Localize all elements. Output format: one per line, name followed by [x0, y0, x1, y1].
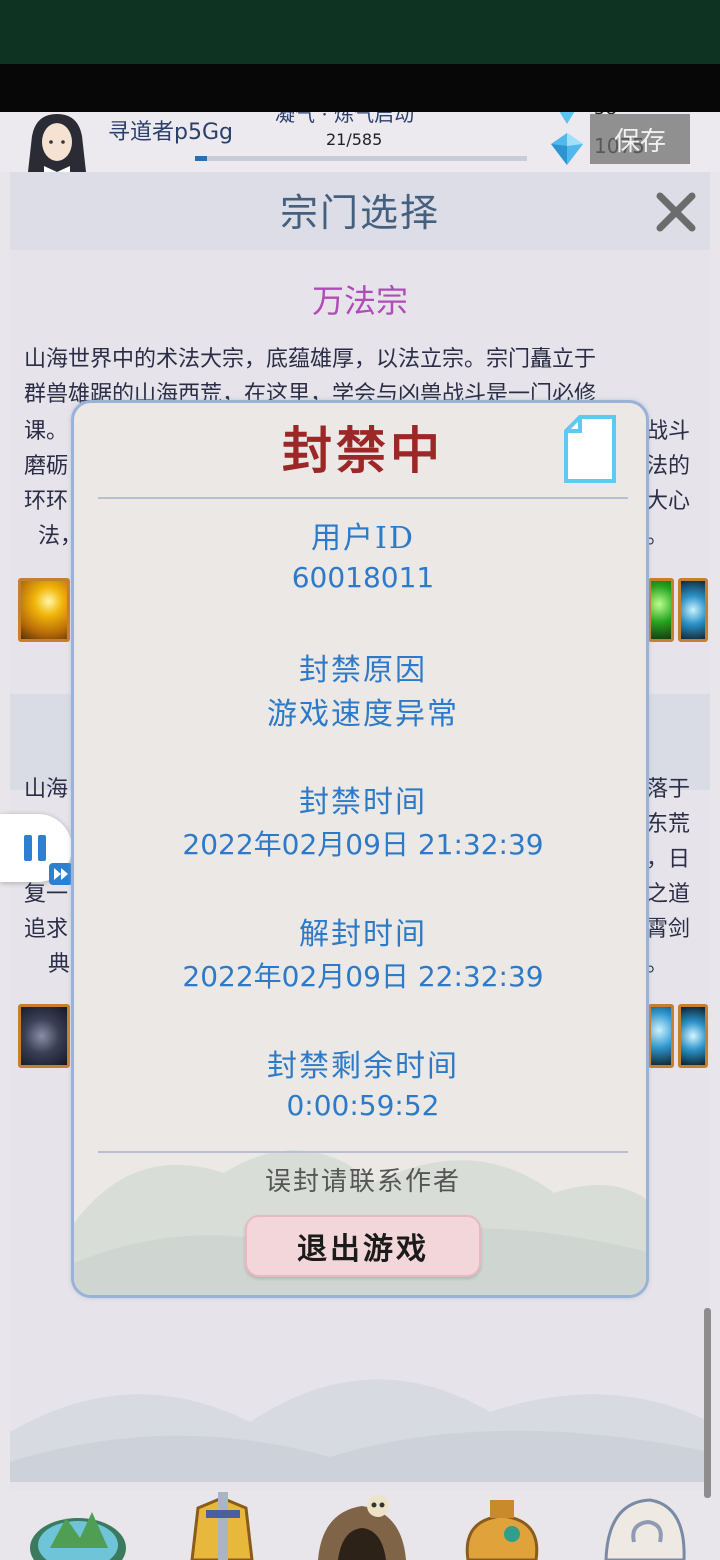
- sect-description-line: 东荒: [646, 812, 691, 837]
- contact-author-text: 误封请联系作者: [264, 1167, 461, 1197]
- pause-icon[interactable]: [22, 834, 48, 862]
- player-header: 寻道者p5Gg 凝气 · 炼气启动 21/585 58 1075 保存: [0, 112, 720, 172]
- speed-control-button[interactable]: [0, 814, 73, 885]
- save-button[interactable]: 保存: [590, 114, 690, 164]
- exit-game-button[interactable]: 退出游戏: [245, 1215, 481, 1277]
- exp-text: 21/585: [326, 130, 383, 149]
- sect-name: 万法宗: [311, 282, 408, 320]
- sect-description-line: 战斗: [646, 419, 691, 444]
- skill-icon[interactable]: [18, 1004, 70, 1068]
- divider: [98, 497, 628, 499]
- skill-icon[interactable]: [678, 578, 708, 642]
- sect-description-line: 山海世界中的术法大宗，底蕴雄厚，以法立宗。宗门矗立于: [24, 347, 597, 372]
- avatar[interactable]: [14, 112, 100, 172]
- skill-icon[interactable]: [648, 1004, 674, 1068]
- crystal-icon: [559, 112, 575, 124]
- crystal-icon: [551, 133, 583, 165]
- panel-title: 宗门选择: [279, 191, 440, 235]
- realm-text: 凝气 · 炼气启动: [275, 112, 415, 126]
- scrollbar-thumb[interactable]: [704, 1308, 711, 1498]
- user-id-label: 用户ID: [311, 521, 415, 556]
- unban-time-value: 2022年02月09日 22:32:39: [182, 960, 544, 993]
- close-icon[interactable]: [652, 188, 700, 236]
- sect-description-line: 。: [646, 524, 669, 549]
- bottom-nav: [0, 1490, 720, 1560]
- divider: [98, 1151, 628, 1153]
- sect-description-line: 之道: [646, 882, 691, 907]
- sect-description-line: 落于: [646, 777, 691, 802]
- sect-description-line: 大心: [646, 489, 691, 514]
- cave-skull-icon[interactable]: [312, 1490, 412, 1560]
- remaining-time-value: 0:00:59:52: [286, 1089, 440, 1122]
- unban-time-label: 解封时间: [299, 917, 427, 952]
- player-name: 寻道者p5Gg: [108, 120, 233, 145]
- remaining-time-label: 封禁剩余时间: [267, 1049, 459, 1084]
- ban-reason-value: 游戏速度异常: [267, 697, 459, 732]
- skill-icon[interactable]: [18, 578, 70, 642]
- shield-sword-icon[interactable]: [172, 1490, 272, 1560]
- ban-dialog: 封禁中 用户ID 60018011 封禁原因 游戏速度异常 封禁时间 2022年…: [71, 400, 649, 1298]
- skill-icon[interactable]: [678, 1004, 708, 1068]
- ban-time-label: 封禁时间: [299, 785, 427, 820]
- mountain-decoration: [10, 1379, 710, 1482]
- skill-icon[interactable]: [648, 578, 674, 642]
- exp-bar: [195, 156, 527, 161]
- island-icon[interactable]: [28, 1490, 128, 1560]
- shell-icon[interactable]: [594, 1490, 694, 1560]
- sect-description-line: ，日: [646, 847, 691, 872]
- ban-reason-label: 封禁原因: [299, 653, 427, 688]
- sect-description-line: 霄剑: [646, 917, 691, 942]
- ban-time-value: 2022年02月09日 21:32:39: [182, 828, 544, 861]
- sect-description-line: 法的: [646, 454, 691, 479]
- status-bar: [0, 0, 720, 64]
- exp-bar-fill: [195, 156, 207, 161]
- user-id-value: 60018011: [291, 561, 435, 594]
- sect-description-line: 。: [646, 952, 669, 977]
- document-icon[interactable]: [562, 415, 618, 483]
- treasure-bag-icon[interactable]: [452, 1490, 552, 1560]
- notch-bar: [0, 64, 720, 112]
